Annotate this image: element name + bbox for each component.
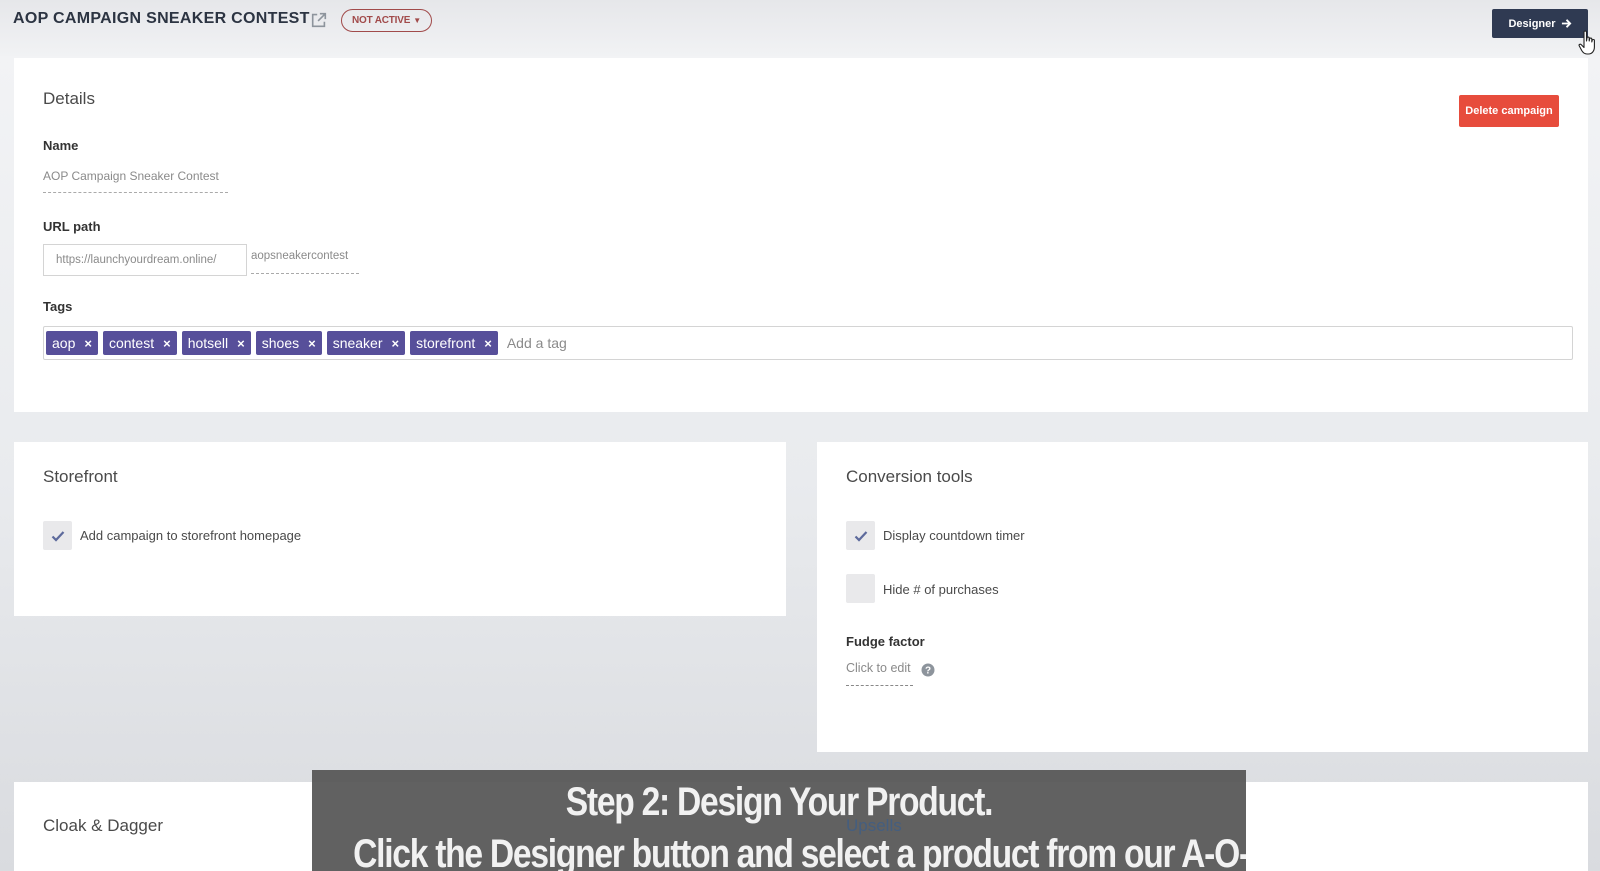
tag-chip: contest × [102,331,177,355]
checkmark-icon [51,530,64,542]
remove-tag-icon[interactable]: × [84,336,92,351]
designer-button[interactable]: Designer [1492,9,1588,38]
cloak-dagger-title: Cloak & Dagger [43,816,164,835]
tags-label: Tags [43,299,73,314]
url-path-label: URL path [43,219,101,234]
video-caption: Step 2: Design Your Product. Click the D… [312,770,1246,871]
remove-tag-icon[interactable]: × [392,336,400,351]
tag-chip: hotsell × [181,331,251,355]
external-link-icon[interactable] [310,11,328,29]
fudge-factor-field[interactable]: Click to edit [846,661,913,686]
remove-tag-icon[interactable]: × [308,336,316,351]
status-badge[interactable]: NOT ACTIVE ▼ [341,9,432,32]
tag-label: shoes [261,335,300,351]
tag-chip: shoes × [255,331,322,355]
tags-input-box[interactable]: aop × contest × hotsell × shoes × sneake… [43,326,1573,360]
hide-purchases-label[interactable]: Hide # of purchases [883,582,999,597]
storefront-title: Storefront [43,467,118,486]
tag-chip: storefront × [410,331,498,355]
top-bar: AOP CAMPAIGN SNEAKER CONTEST NOT ACTIVE … [0,0,1600,56]
hand-pointer-icon [1578,30,1595,55]
details-title: Details [43,89,95,108]
url-slug-field[interactable]: aopsneakercontest [251,250,359,274]
tag-chip: sneaker × [326,331,406,355]
remove-tag-icon[interactable]: × [163,336,171,351]
url-prefix: https://launchyourdream.online/ [43,244,247,276]
tag-label: sneaker [332,335,383,351]
delete-campaign-button[interactable]: Delete campaign [1459,95,1559,127]
svg-text:?: ? [925,666,931,677]
name-label: Name [43,138,79,153]
checkmark-icon [854,530,867,542]
storefront-homepage-checkbox[interactable] [43,521,72,550]
fudge-factor-label: Fudge factor [846,634,925,649]
campaign-title: AOP CAMPAIGN SNEAKER CONTEST [13,10,310,27]
arrow-right-icon [1561,19,1571,28]
countdown-timer-checkbox[interactable] [846,521,875,550]
conversion-tools-title: Conversion tools [846,467,973,486]
conversion-tools-panel: Conversion tools Display countdown timer… [817,442,1588,752]
add-tag-input[interactable] [506,335,807,351]
tag-label: aop [52,335,76,351]
details-panel: Details Delete campaign Name AOP Campaig… [14,58,1588,412]
caption-line-1: Step 2: Design Your Product. [565,780,994,824]
countdown-timer-label[interactable]: Display countdown timer [883,528,1025,543]
storefront-homepage-label[interactable]: Add campaign to storefront homepage [80,528,301,543]
name-field[interactable]: AOP Campaign Sneaker Contest [43,169,228,193]
tag-chip: aop × [46,331,98,355]
tag-label: hotsell [187,335,229,351]
designer-button-label: Designer [1508,17,1556,30]
tag-label: contest [108,335,155,351]
caret-down-icon: ▼ [413,16,421,25]
question-circle-icon[interactable]: ? [921,663,935,677]
tag-label: storefront [416,335,476,351]
storefront-panel: Storefront Add campaign to storefront ho… [14,442,786,616]
upsells-title: Upsells [846,816,902,835]
remove-tag-icon[interactable]: × [237,336,245,351]
status-label: NOT ACTIVE [352,15,411,26]
hide-purchases-checkbox[interactable] [846,574,875,603]
caption-line-2: Click the Designer button and select a p… [353,832,1246,871]
remove-tag-icon[interactable]: × [484,336,492,351]
